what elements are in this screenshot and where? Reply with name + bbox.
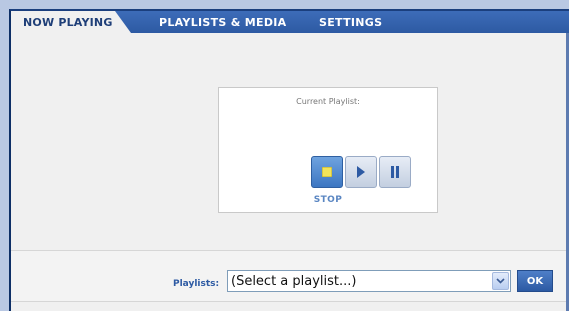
tab-settings[interactable]: SETTINGS bbox=[319, 11, 382, 33]
current-playlist-label: Current Playlist: bbox=[296, 97, 360, 106]
playlists-label: Playlists: bbox=[173, 279, 220, 289]
tab-now-playing[interactable]: NOW PLAYING bbox=[11, 11, 131, 33]
pause-button[interactable] bbox=[379, 156, 411, 188]
tab-playlists-media[interactable]: PLAYLISTS & MEDIA bbox=[159, 11, 287, 33]
player-panel: Current Playlist: STOP bbox=[218, 87, 438, 213]
playlist-selector-bar: Playlists: (Select a playlist...) OK bbox=[11, 250, 569, 302]
playlist-select-value: (Select a playlist...) bbox=[231, 273, 357, 289]
tab-settings-label: SETTINGS bbox=[319, 15, 383, 29]
stop-icon bbox=[322, 167, 332, 177]
playback-status: STOP bbox=[313, 195, 343, 205]
tab-bar: NOW PLAYING PLAYLISTS & MEDIA SETTINGS bbox=[11, 11, 569, 33]
tab-now-playing-label: NOW PLAYING bbox=[23, 15, 113, 29]
transport-controls bbox=[311, 156, 411, 188]
playlist-select[interactable]: (Select a playlist...) bbox=[227, 270, 511, 292]
play-button[interactable] bbox=[345, 156, 377, 188]
tab-playlists-media-label: PLAYLISTS & MEDIA bbox=[159, 15, 287, 29]
pause-icon bbox=[391, 166, 399, 178]
chevron-down-icon[interactable] bbox=[492, 272, 509, 290]
play-icon bbox=[357, 166, 365, 178]
ok-button[interactable]: OK bbox=[517, 270, 553, 292]
stop-button[interactable] bbox=[311, 156, 343, 188]
now-playing-window: NOW PLAYING PLAYLISTS & MEDIA SETTINGS C… bbox=[9, 9, 569, 311]
ok-button-label: OK bbox=[526, 275, 544, 287]
